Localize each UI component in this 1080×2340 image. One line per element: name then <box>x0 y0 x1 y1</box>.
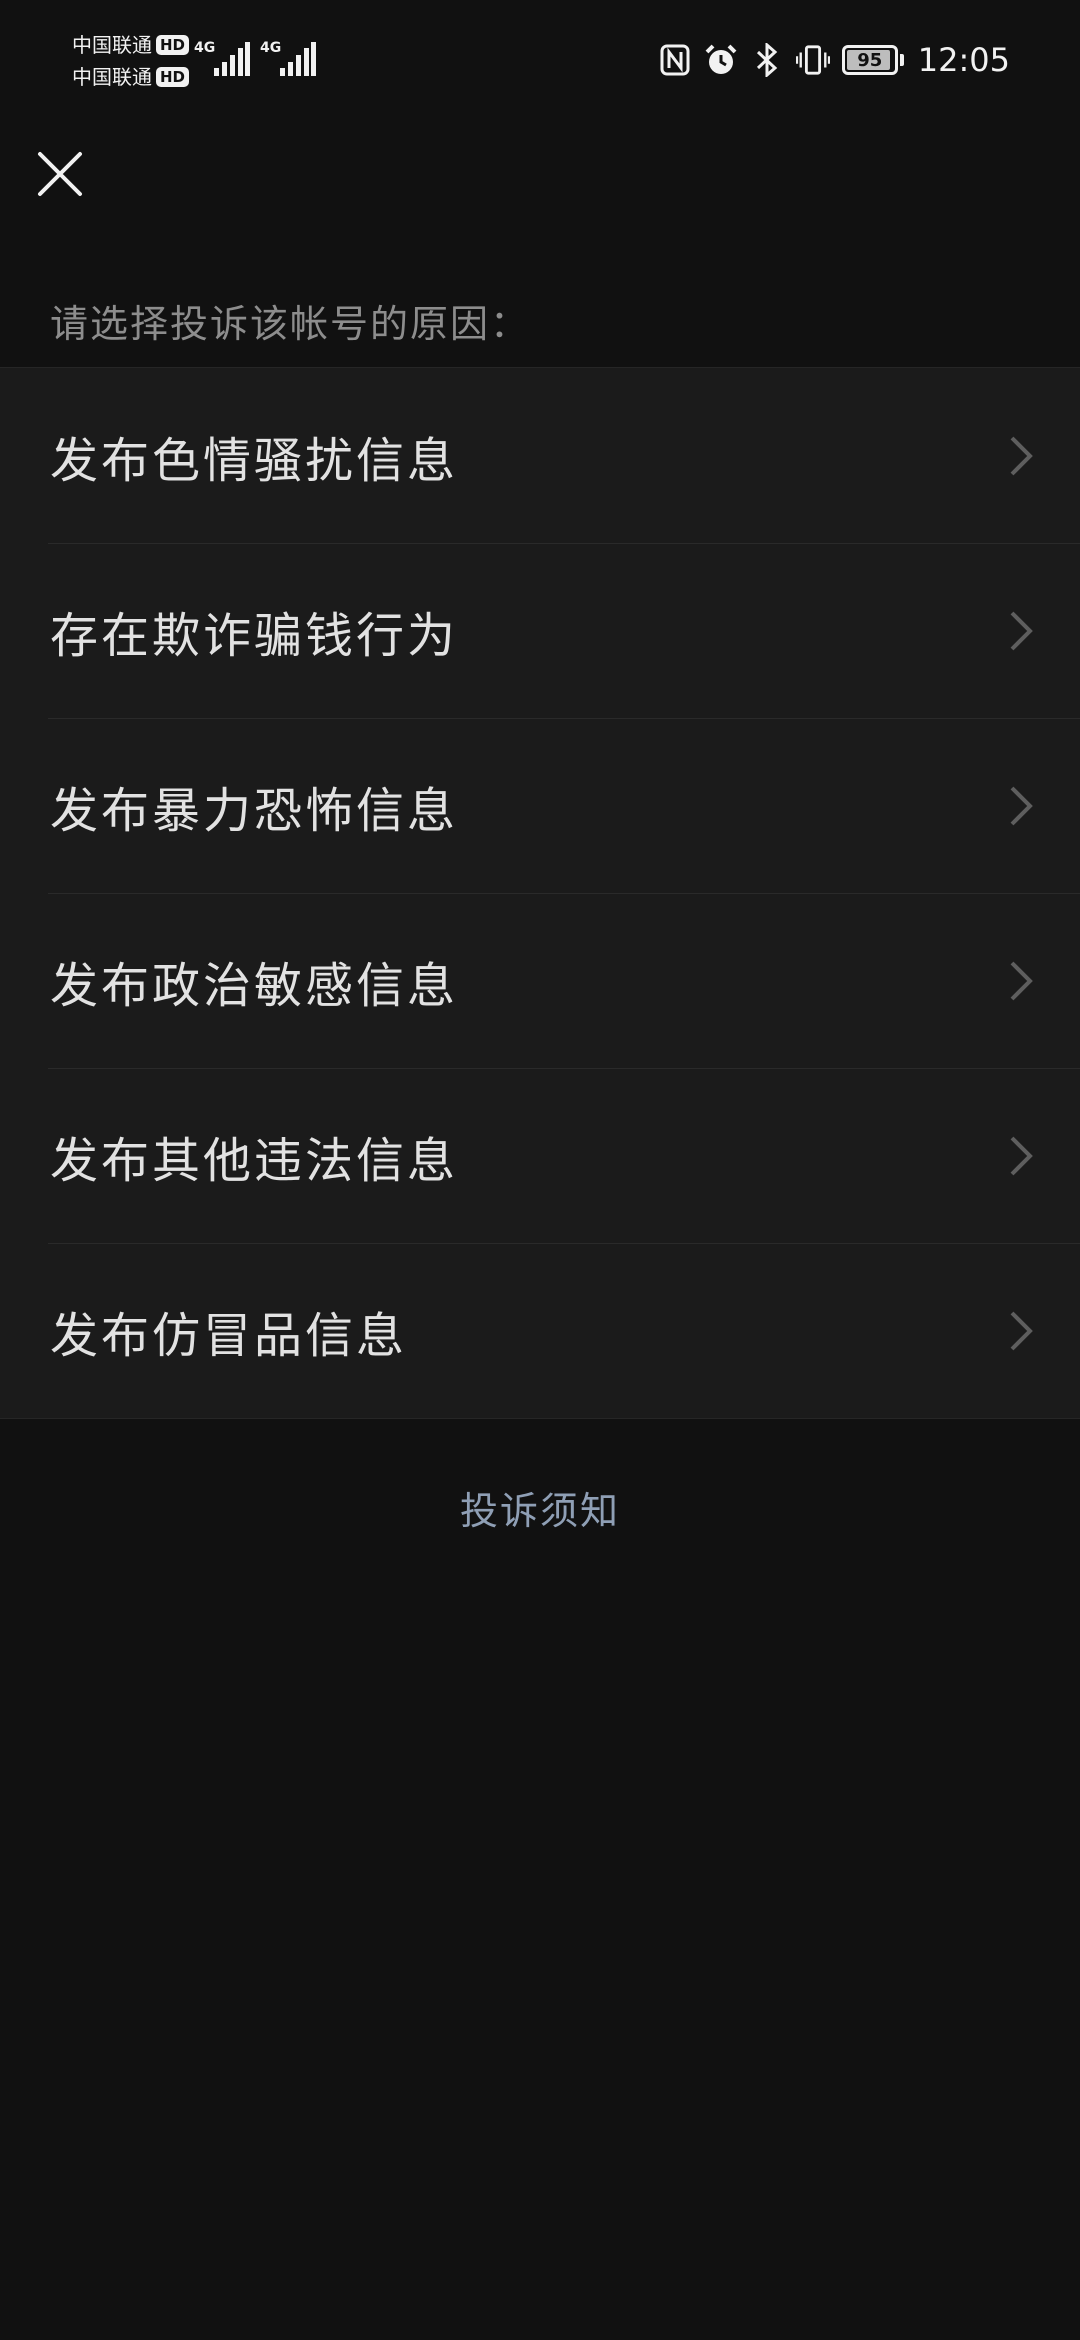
reason-item-sexual-harassment[interactable]: 发布色情骚扰信息 <box>0 368 1080 543</box>
reason-label: 发布其他违法信息 <box>50 1132 459 1189</box>
reason-item-other-illegal[interactable]: 发布其他违法信息 <box>0 1068 1080 1243</box>
reason-item-counterfeit[interactable]: 发布仿冒品信息 <box>0 1243 1080 1418</box>
reason-label: 发布仿冒品信息 <box>50 1307 408 1364</box>
battery-level: 95 <box>857 49 883 71</box>
carrier-row: 中国联通 HD <box>72 30 190 60</box>
signal-indicators: 4G 4G <box>194 40 316 76</box>
signal-strength-icon: 4G <box>260 40 316 76</box>
battery-cap <box>899 54 904 66</box>
carrier-name: 中国联通 <box>72 33 152 57</box>
status-icons: 95 12:05 <box>658 40 1010 80</box>
reason-item-political[interactable]: 发布政治敏感信息 <box>0 893 1080 1068</box>
vibrate-icon <box>795 42 830 78</box>
network-type: 4G <box>194 40 216 56</box>
nfc-icon <box>658 42 692 78</box>
network-type: 4G <box>260 40 282 56</box>
reason-label: 发布色情骚扰信息 <box>50 432 459 489</box>
battery-icon: 95 <box>841 45 904 75</box>
chevron-right-icon <box>1006 784 1036 828</box>
chevron-right-icon <box>1006 1309 1036 1353</box>
reason-item-violence-terror[interactable]: 发布暴力恐怖信息 <box>0 718 1080 893</box>
status-bar: 中国联通 HD 中国联通 HD 4G 4G 95 12:05 <box>0 0 1080 120</box>
section-prompt: 请选择投诉该帐号的原因： <box>50 302 531 346</box>
chevron-right-icon <box>1006 609 1036 653</box>
reason-label: 发布政治敏感信息 <box>50 957 459 1014</box>
chevron-right-icon <box>1006 959 1036 1003</box>
reason-label: 发布暴力恐怖信息 <box>50 782 459 839</box>
reason-item-fraud[interactable]: 存在欺诈骗钱行为 <box>0 543 1080 718</box>
carrier-row: 中国联通 HD <box>72 62 190 92</box>
carrier-name: 中国联通 <box>72 65 152 89</box>
chevron-right-icon <box>1006 1134 1036 1178</box>
hd-badge: HD <box>156 35 190 55</box>
signal-strength-icon: 4G <box>194 40 250 76</box>
battery-indicator: 95 <box>841 45 898 75</box>
complaint-notice-link[interactable]: 投诉须知 <box>0 1480 1080 1535</box>
carrier-info: 中国联通 HD 中国联通 HD <box>72 30 190 92</box>
close-icon <box>38 152 82 196</box>
reason-list: 发布色情骚扰信息 存在欺诈骗钱行为 发布暴力恐怖信息 发布政治敏感信息 发布其他… <box>0 367 1080 1419</box>
clock: 12:05 <box>917 41 1010 79</box>
close-button[interactable] <box>30 144 90 204</box>
hd-badge: HD <box>156 67 190 87</box>
alarm-icon <box>704 42 738 78</box>
reason-label: 存在欺诈骗钱行为 <box>50 607 459 664</box>
bluetooth-icon <box>750 42 784 78</box>
chevron-right-icon <box>1006 434 1036 478</box>
